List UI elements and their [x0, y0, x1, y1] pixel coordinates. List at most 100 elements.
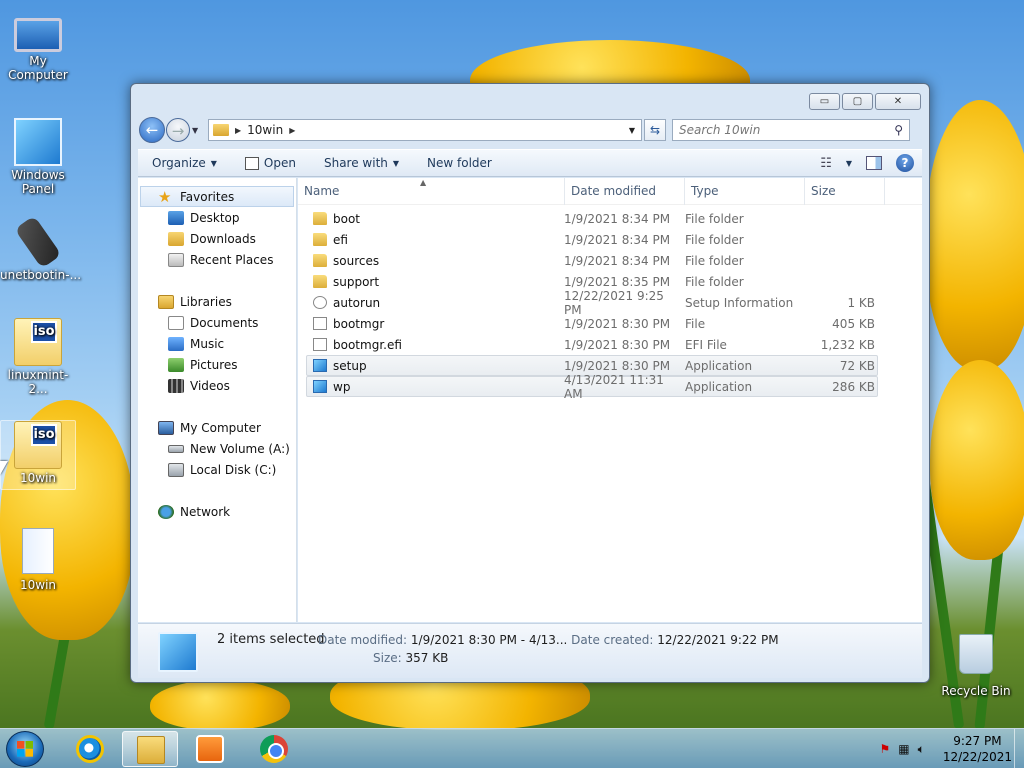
- file-name-cell: bootmgr.efi: [307, 338, 564, 352]
- column-header-label: Size: [811, 183, 836, 198]
- desktop-icon-my-computer[interactable]: My Computer: [0, 10, 76, 82]
- nav-my-computer[interactable]: My Computer: [138, 417, 296, 438]
- recent-pages-dropdown[interactable]: ▼: [192, 126, 202, 135]
- nav-videos[interactable]: Videos: [138, 375, 296, 396]
- file-type: EFI File: [685, 337, 727, 352]
- action-center-flag-icon[interactable]: ⚑: [880, 742, 891, 756]
- nav-documents[interactable]: Documents: [138, 312, 296, 333]
- file-date-modified: 1/9/2021 8:30 PM: [564, 316, 671, 331]
- refresh-button[interactable]: ⇆: [644, 119, 666, 141]
- nav-label: Pictures: [190, 357, 238, 372]
- file-date-modified: 1/9/2021 8:35 PM: [564, 274, 671, 289]
- desktop-icon-recycle-bin[interactable]: Recycle Bin: [938, 632, 1014, 698]
- preview-pane-icon[interactable]: [866, 156, 882, 170]
- clock[interactable]: 9:27 PM 12/22/2021: [943, 733, 1012, 765]
- internet-explorer-icon: [76, 735, 104, 763]
- file-row[interactable]: wp 4/13/2021 11:31 AM Application 286 KB: [306, 373, 878, 401]
- nav-local-disk-c[interactable]: Local Disk (C:): [138, 459, 296, 480]
- share-with-button[interactable]: Share with ▼: [310, 156, 413, 170]
- nav-label: Downloads: [190, 231, 256, 246]
- column-header-size[interactable]: Size: [805, 177, 885, 205]
- file-name: setup: [333, 358, 367, 373]
- taskbar-chrome[interactable]: [246, 731, 302, 767]
- view-options-dropdown-icon[interactable]: ▼: [846, 159, 852, 168]
- nav-label: Favorites: [180, 189, 235, 204]
- file-row[interactable]: sources 1/9/2021 8:34 PM File folder: [306, 250, 878, 271]
- date-created-label: Date created:: [571, 633, 654, 647]
- help-icon[interactable]: ?: [896, 154, 914, 172]
- file-row[interactable]: bootmgr.efi 1/9/2021 8:30 PM EFI File 1,232…: [306, 334, 878, 355]
- taskbar-media-player[interactable]: [182, 731, 238, 767]
- open-button[interactable]: Open: [231, 156, 310, 170]
- file-type: Application: [685, 358, 753, 373]
- forward-button[interactable]: →: [166, 118, 190, 142]
- back-button[interactable]: ←: [139, 117, 165, 143]
- file-row[interactable]: bootmgr 1/9/2021 8:30 PM File 405 KB: [306, 313, 878, 334]
- command-bar: Organize ▼ Open Share with ▼ New folder …: [138, 149, 922, 177]
- desktop-icon-linuxmint[interactable]: iso linuxmint-2...: [0, 318, 76, 396]
- nav-label: Network: [180, 504, 231, 519]
- breadcrumb-separator-icon[interactable]: ▶: [289, 126, 295, 135]
- nav-label: Local Disk (C:): [190, 462, 277, 477]
- desktop-icon-windows-panel[interactable]: Windows Panel: [0, 118, 76, 196]
- search-icon[interactable]: ⚲: [894, 123, 903, 137]
- file-name: bootmgr.efi: [333, 337, 402, 352]
- file-name-cell: wp: [307, 380, 564, 394]
- taskbar-internet-explorer[interactable]: [62, 731, 118, 767]
- open-icon: [244, 156, 259, 170]
- breadcrumb-separator-icon[interactable]: ▶: [235, 126, 241, 135]
- organize-button[interactable]: Organize ▼: [138, 156, 231, 170]
- nav-desktop[interactable]: Desktop: [138, 207, 296, 228]
- address-dropdown-icon[interactable]: ▼: [629, 126, 635, 135]
- nav-music[interactable]: Music: [138, 333, 296, 354]
- column-header-type[interactable]: Type: [685, 177, 805, 205]
- windows-panel-icon: [14, 118, 62, 166]
- breadcrumb-item[interactable]: 10win: [247, 123, 283, 137]
- nav-label: New Volume (A:): [190, 441, 290, 456]
- desktop-icon-10win-iso[interactable]: iso 10win: [0, 420, 76, 490]
- nav-recent-places[interactable]: Recent Places: [138, 249, 296, 270]
- book-folder-icon: [22, 528, 54, 574]
- file-name-cell: boot: [307, 212, 564, 226]
- column-header-name[interactable]: ▲ Name: [298, 177, 565, 205]
- usb-drive-icon-wrap: [14, 215, 62, 269]
- column-headers: ▲ Name Date modified Type Size: [298, 177, 922, 205]
- nav-libraries[interactable]: Libraries: [138, 291, 296, 312]
- iso-tag: iso: [31, 424, 57, 446]
- maximize-button[interactable]: ▢: [842, 93, 873, 110]
- desktop-icon-10win-folder[interactable]: 10win: [0, 528, 76, 592]
- new-folder-label: New folder: [427, 156, 492, 170]
- size-value: 357 KB: [405, 651, 449, 665]
- file-type: File folder: [685, 211, 744, 226]
- column-header-date-modified[interactable]: Date modified: [565, 177, 685, 205]
- nav-favorites[interactable]: ★ Favorites: [140, 186, 294, 207]
- application-icon: [158, 632, 198, 672]
- file-date-modified: 1/9/2021 8:34 PM: [564, 211, 671, 226]
- show-desktop-button[interactable]: [1014, 729, 1024, 768]
- explorer-window[interactable]: ▭ ▢ ✕ ← → ▼ ▶ 10win ▶ ▼ ⇆ Search 10win ⚲…: [130, 83, 930, 683]
- taskbar-windows-explorer[interactable]: [122, 731, 178, 767]
- file-date-modified: 12/22/2021 9:25 PM: [564, 288, 664, 317]
- nav-pictures[interactable]: Pictures: [138, 354, 296, 375]
- close-button[interactable]: ✕: [875, 93, 921, 110]
- file-size: 1,232 KB: [820, 337, 875, 352]
- open-label: Open: [263, 156, 296, 170]
- address-breadcrumb[interactable]: ▶ 10win ▶ ▼: [208, 119, 642, 141]
- usb-drive-icon: [14, 215, 62, 269]
- start-button[interactable]: [6, 731, 44, 767]
- minimize-button[interactable]: ▭: [809, 93, 840, 110]
- nav-new-volume-a[interactable]: New Volume (A:): [138, 438, 296, 459]
- file-name: support: [333, 274, 380, 289]
- volume-icon[interactable]: 🔈︎: [918, 742, 925, 757]
- new-folder-button[interactable]: New folder: [413, 156, 506, 170]
- desktop-icon-unetbootin[interactable]: unetbootin-...: [0, 215, 81, 282]
- search-input[interactable]: Search 10win ⚲: [672, 119, 910, 141]
- network-status-icon[interactable]: ▦: [898, 742, 909, 756]
- nav-network[interactable]: Network: [138, 501, 296, 522]
- file-row[interactable]: boot 1/9/2021 8:34 PM File folder: [306, 208, 878, 229]
- file-row[interactable]: efi 1/9/2021 8:34 PM File folder: [306, 229, 878, 250]
- change-view-icon[interactable]: ☷: [820, 156, 832, 171]
- details-size: Size: 357 KB: [373, 651, 448, 665]
- file-row[interactable]: autorun 12/22/2021 9:25 PM Setup Informati…: [306, 289, 878, 317]
- nav-downloads[interactable]: Downloads: [138, 228, 296, 249]
